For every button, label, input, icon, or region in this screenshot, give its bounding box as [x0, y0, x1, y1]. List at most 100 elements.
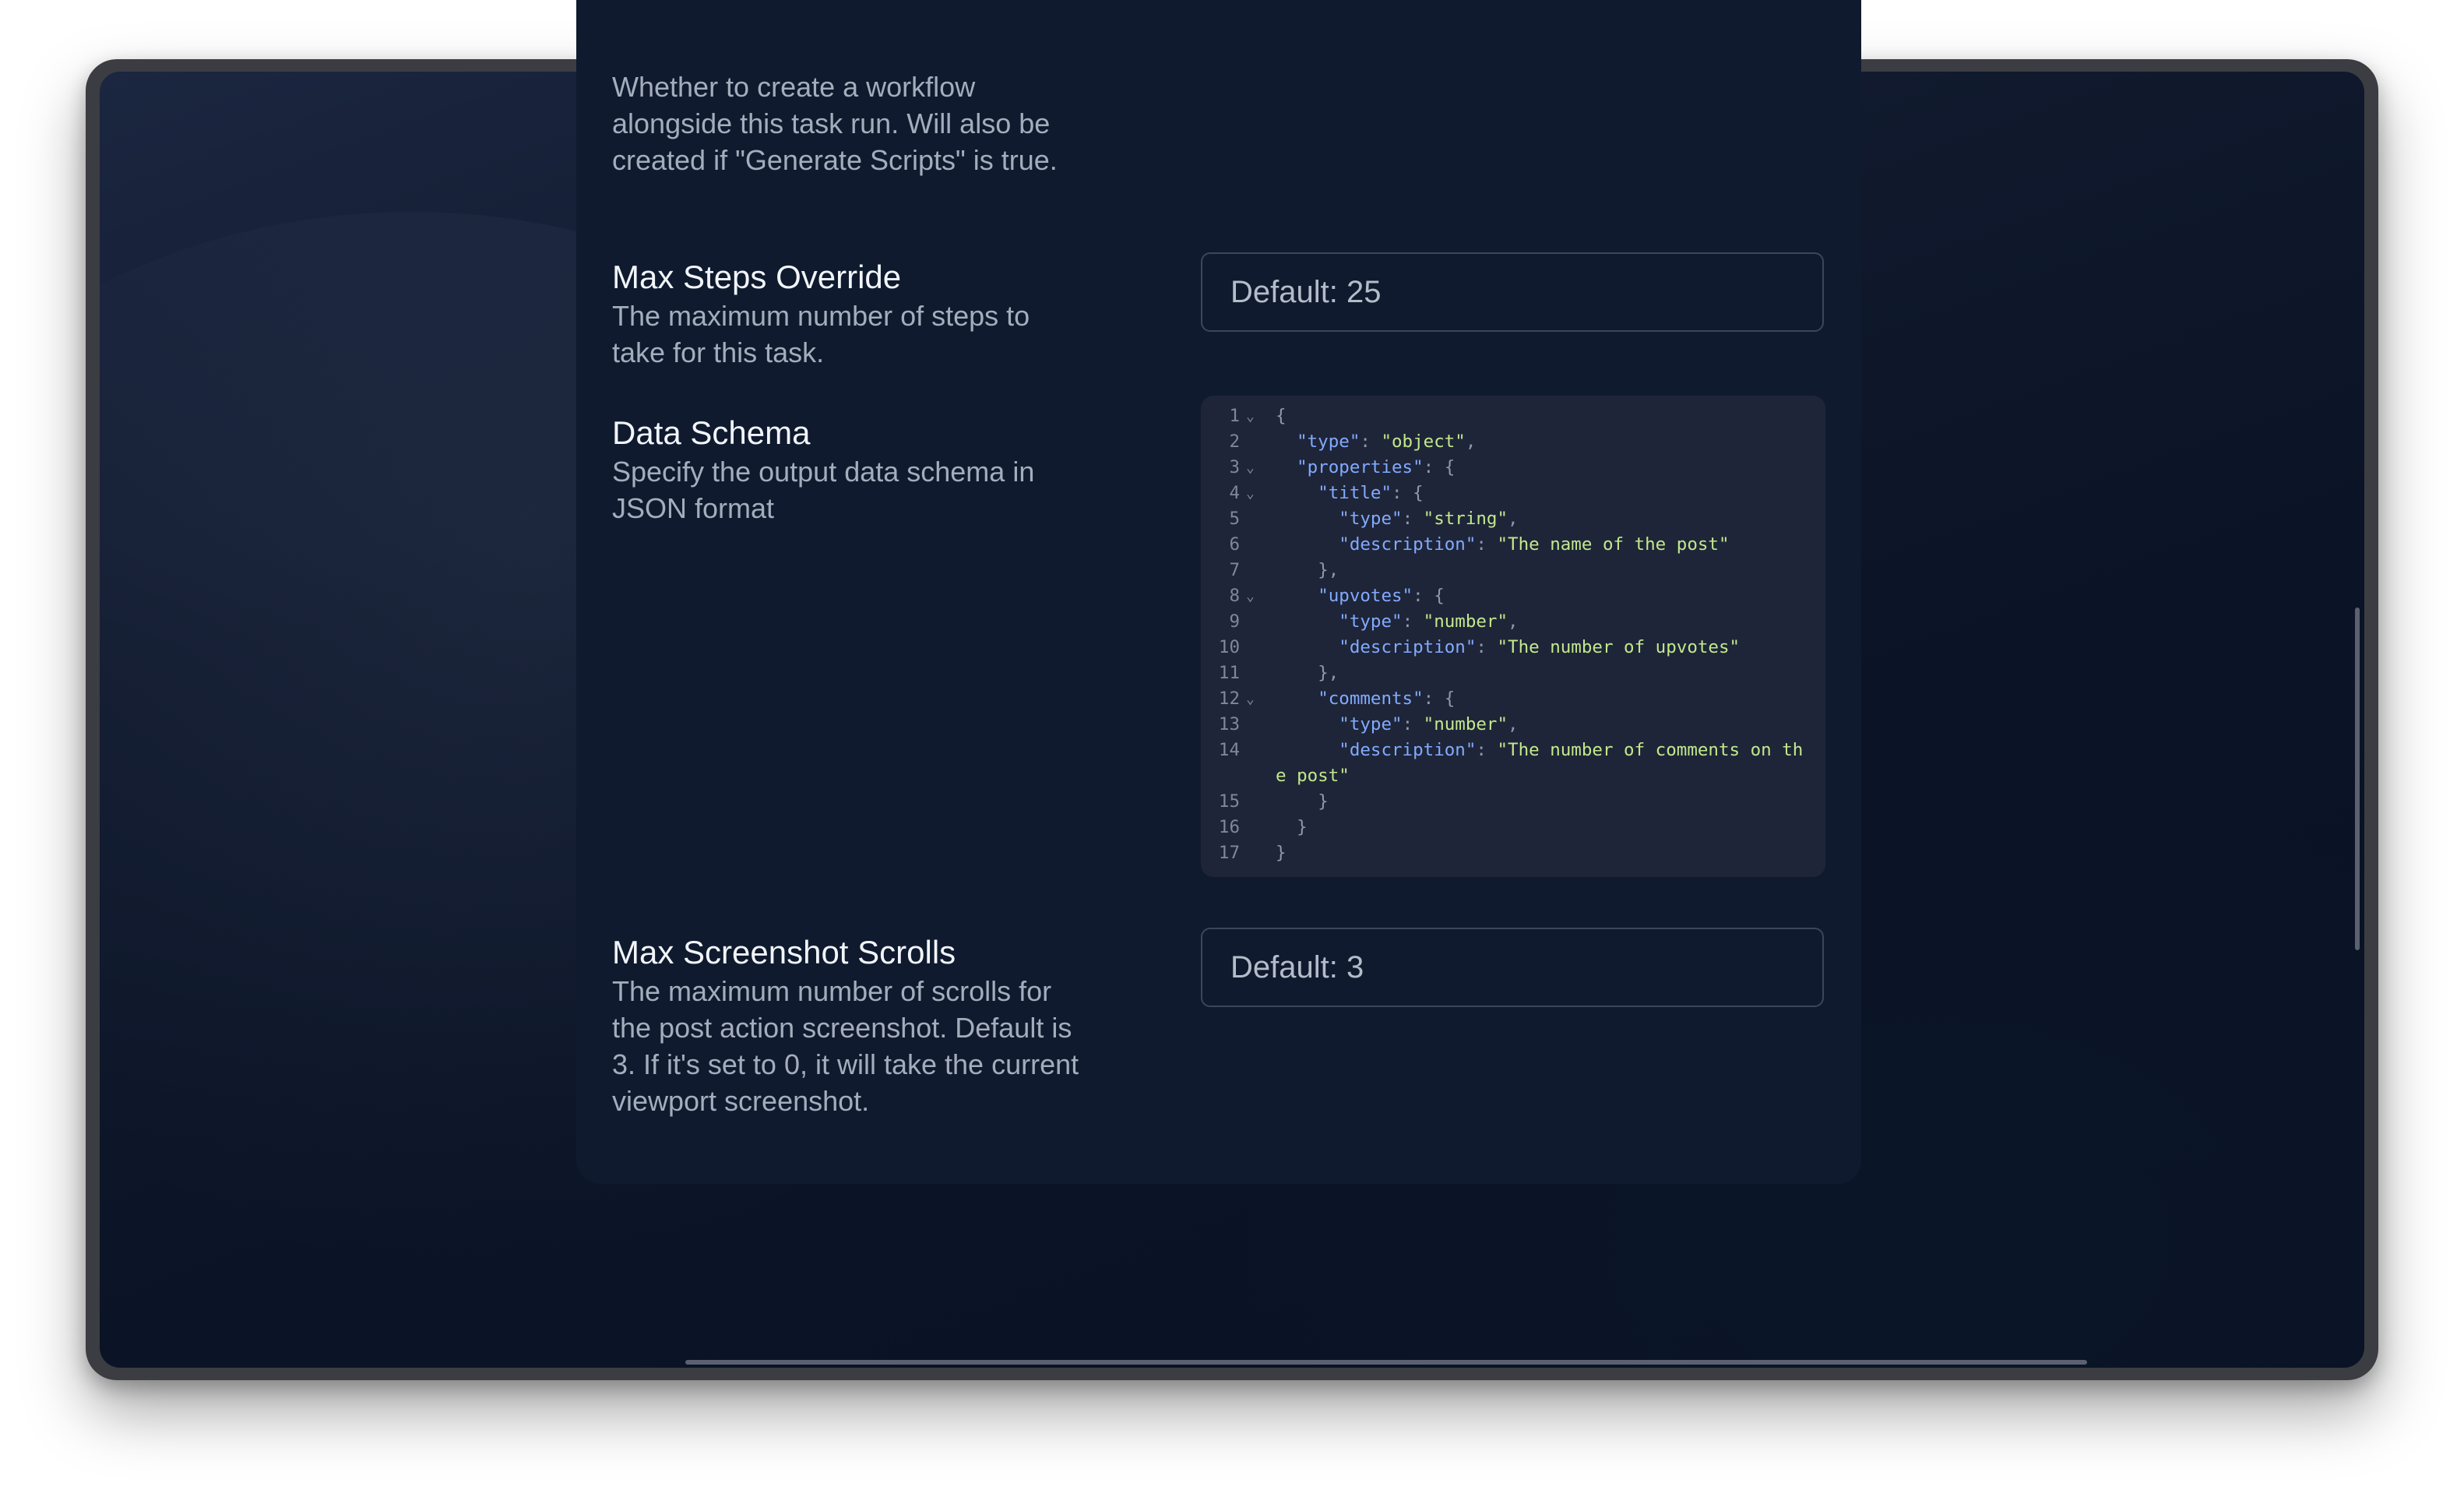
- code-text: "description": "The number of upvotes": [1276, 635, 1813, 660]
- max-scrolls-input[interactable]: [1201, 928, 1824, 1007]
- code-text: "type": "number",: [1276, 712, 1813, 738]
- line-number: 16: [1218, 817, 1240, 837]
- json-punctuation: },: [1318, 560, 1339, 580]
- code-line[interactable]: 4 ⌄ "title": {: [1201, 481, 1825, 506]
- line-number: 9: [1229, 611, 1240, 632]
- workflow-description: Whether to create a workflow alongside t…: [612, 71, 1058, 176]
- line-number: 13: [1218, 714, 1240, 734]
- json-punctuation: :: [1360, 431, 1382, 452]
- code-text: "description": "The number of comments o…: [1276, 738, 1813, 789]
- json-key: "type": [1339, 611, 1403, 632]
- json-punctuation: ,: [1465, 431, 1477, 452]
- horizontal-scrollbar[interactable]: [685, 1360, 2087, 1365]
- json-string-value: "The number of upvotes": [1497, 637, 1741, 657]
- line-number: 15: [1218, 791, 1240, 812]
- max-steps-label-group: Max Steps Override The maximum number of…: [612, 257, 1079, 371]
- json-key: "comments": [1318, 689, 1424, 709]
- json-key: "upvotes": [1318, 586, 1413, 606]
- code-text: "type": "string",: [1276, 506, 1813, 532]
- json-punctuation: }: [1297, 817, 1308, 837]
- json-punctuation: },: [1318, 663, 1339, 683]
- code-text: "title": {: [1276, 481, 1813, 506]
- code-line[interactable]: 13 "type": "number",: [1201, 712, 1825, 738]
- fold-chevron-icon[interactable]: ⌄: [1246, 686, 1262, 712]
- json-punctuation: :: [1402, 714, 1424, 734]
- code-line[interactable]: 15 }: [1201, 789, 1825, 815]
- json-punctuation: ,: [1508, 611, 1519, 632]
- json-string-value: "number": [1423, 611, 1508, 632]
- line-number: 17: [1218, 843, 1240, 863]
- line-number: 6: [1229, 534, 1240, 555]
- json-punctuation: }: [1318, 791, 1329, 812]
- line-number: 8: [1229, 586, 1240, 606]
- workflow-field-label: Whether to create a workflow alongside t…: [612, 69, 1079, 178]
- code-line[interactable]: 9 "type": "number",: [1201, 609, 1825, 635]
- json-punctuation: :: [1476, 637, 1498, 657]
- json-string-value: "string": [1423, 509, 1508, 529]
- code-line[interactable]: 7 },: [1201, 558, 1825, 583]
- line-number: 1: [1229, 406, 1240, 426]
- code-line[interactable]: 16 }: [1201, 815, 1825, 840]
- vertical-scrollbar[interactable]: [2355, 608, 2360, 950]
- fold-chevron-icon[interactable]: ⌄: [1246, 403, 1262, 429]
- max-steps-input[interactable]: [1201, 252, 1824, 332]
- json-punctuation: {: [1276, 406, 1287, 426]
- code-line[interactable]: 6 "description": "The name of the post": [1201, 532, 1825, 558]
- data-schema-description: Specify the output data schema in JSON f…: [612, 456, 1035, 524]
- code-text: }: [1276, 815, 1813, 840]
- json-punctuation: : {: [1423, 457, 1456, 477]
- line-number: 14: [1218, 740, 1240, 760]
- line-number: 11: [1218, 663, 1240, 683]
- json-punctuation: : {: [1413, 586, 1445, 606]
- line-number: 2: [1229, 431, 1240, 452]
- code-line[interactable]: 5 "type": "string",: [1201, 506, 1825, 532]
- code-line[interactable]: 8 ⌄ "upvotes": {: [1201, 583, 1825, 609]
- max-scrolls-label-group: Max Screenshot Scrolls The maximum numbe…: [612, 932, 1079, 1119]
- code-text: "type": "object",: [1276, 429, 1813, 455]
- code-line[interactable]: 11 },: [1201, 660, 1825, 686]
- data-schema-label-group: Data Schema Specify the output data sche…: [612, 413, 1079, 527]
- json-punctuation: }: [1276, 843, 1287, 863]
- json-punctuation: :: [1476, 534, 1498, 555]
- json-key: "title": [1318, 483, 1392, 503]
- code-line[interactable]: 1 ⌄ {: [1201, 403, 1825, 429]
- code-text: "upvotes": {: [1276, 583, 1813, 609]
- code-line[interactable]: 14 "description": "The number of comment…: [1201, 738, 1825, 789]
- data-schema-code-editor[interactable]: 1 ⌄{2 "type": "object", 3 ⌄ "properties": {…: [1201, 396, 1825, 877]
- json-key: "type": [1339, 714, 1403, 734]
- json-string-value: "The name of the post": [1497, 534, 1730, 555]
- line-number: 12: [1218, 689, 1240, 709]
- fold-chevron-icon[interactable]: ⌄: [1246, 583, 1262, 609]
- max-scrolls-title: Max Screenshot Scrolls: [612, 934, 956, 970]
- json-punctuation: : {: [1392, 483, 1424, 503]
- fold-chevron-icon[interactable]: ⌄: [1246, 455, 1262, 481]
- json-punctuation: :: [1402, 509, 1424, 529]
- json-punctuation: ,: [1508, 509, 1519, 529]
- code-text: },: [1276, 558, 1813, 583]
- json-string-value: "object": [1381, 431, 1466, 452]
- fold-chevron-icon[interactable]: ⌄: [1246, 481, 1262, 506]
- code-text: },: [1276, 660, 1813, 686]
- json-punctuation: : {: [1423, 689, 1456, 709]
- json-key: "type": [1297, 431, 1360, 452]
- json-punctuation: :: [1402, 611, 1424, 632]
- json-key: "properties": [1297, 457, 1424, 477]
- line-number: 3: [1229, 457, 1240, 477]
- max-scrolls-description: The maximum number of scrolls for the po…: [612, 975, 1079, 1117]
- line-number: 5: [1229, 509, 1240, 529]
- code-text: "properties": {: [1276, 455, 1813, 481]
- json-key: "description": [1339, 637, 1477, 657]
- json-key: "description": [1339, 740, 1477, 760]
- code-text: "comments": {: [1276, 686, 1813, 712]
- json-key: "type": [1339, 509, 1403, 529]
- json-key: "description": [1339, 534, 1477, 555]
- code-line[interactable]: 10 "description": "The number of upvotes…: [1201, 635, 1825, 660]
- code-text: }: [1276, 789, 1813, 815]
- data-schema-title: Data Schema: [612, 414, 811, 451]
- code-line[interactable]: 2 "type": "object",: [1201, 429, 1825, 455]
- code-line[interactable]: 3 ⌄ "properties": {: [1201, 455, 1825, 481]
- code-text: "type": "number",: [1276, 609, 1813, 635]
- line-number: 10: [1218, 637, 1240, 657]
- code-line[interactable]: 12 ⌄ "comments": {: [1201, 686, 1825, 712]
- code-line[interactable]: 17}: [1201, 840, 1825, 866]
